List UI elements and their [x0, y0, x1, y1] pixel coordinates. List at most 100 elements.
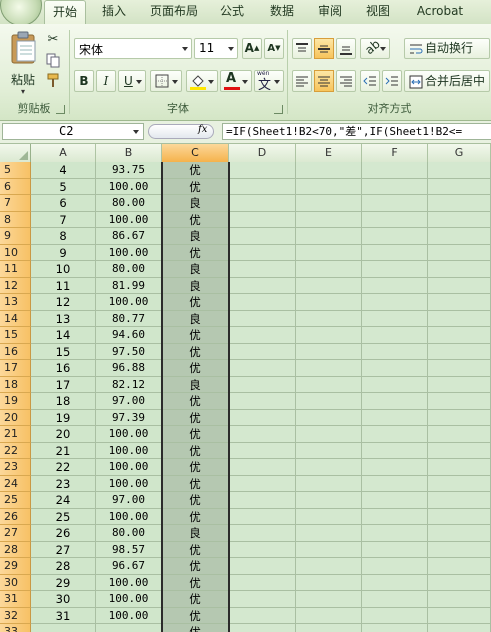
cell-g[interactable]	[428, 294, 491, 311]
row-header[interactable]: 16	[0, 343, 31, 360]
cell-g[interactable]	[428, 393, 491, 410]
cell-c[interactable]: 优	[162, 426, 229, 443]
row-header[interactable]: 12	[0, 277, 31, 294]
cell-b[interactable]: 81.99	[96, 277, 162, 294]
cell-c[interactable]: 优	[162, 591, 229, 608]
align-middle-button[interactable]	[314, 38, 334, 59]
cell-c[interactable]: 良	[162, 277, 229, 294]
cell-e[interactable]	[296, 310, 362, 327]
phonetic-guide-button[interactable]: 文 wén	[254, 70, 284, 93]
cell-e[interactable]	[296, 393, 362, 410]
cell-a[interactable]: 17	[31, 376, 96, 393]
borders-button[interactable]	[150, 70, 182, 92]
cell-b[interactable]: 100.00	[96, 211, 162, 228]
bold-button[interactable]: B	[74, 70, 94, 92]
cell-g[interactable]	[428, 525, 491, 542]
cell-d[interactable]	[229, 310, 296, 327]
cell-c[interactable]: 优	[162, 409, 229, 426]
cell-f[interactable]	[362, 607, 428, 624]
cell-d[interactable]	[229, 376, 296, 393]
cell-d[interactable]	[229, 475, 296, 492]
cell-d[interactable]	[229, 195, 296, 212]
cell-d[interactable]	[229, 360, 296, 377]
cell-d[interactable]	[229, 426, 296, 443]
cell-e[interactable]	[296, 442, 362, 459]
align-left-button[interactable]	[292, 70, 312, 92]
cell-g[interactable]	[428, 310, 491, 327]
cell-e[interactable]	[296, 426, 362, 443]
cell-a[interactable]: 20	[31, 426, 96, 443]
cell-a[interactable]: 18	[31, 393, 96, 410]
cell-a[interactable]: 26	[31, 525, 96, 542]
cell-d[interactable]	[229, 294, 296, 311]
cell-f[interactable]	[362, 343, 428, 360]
column-header-e[interactable]: E	[296, 144, 362, 162]
cut-button[interactable]: ✂	[44, 32, 62, 48]
cell-e[interactable]	[296, 277, 362, 294]
row-header[interactable]: 25	[0, 492, 31, 509]
merge-center-button[interactable]: 合并后居中	[404, 70, 490, 92]
cell-d[interactable]	[229, 162, 296, 179]
cell-e[interactable]	[296, 525, 362, 542]
cell-e[interactable]	[296, 607, 362, 624]
cell-e[interactable]	[296, 492, 362, 509]
align-center-button[interactable]	[314, 70, 334, 92]
cell-a[interactable]: 31	[31, 607, 96, 624]
cell-c[interactable]: 优	[162, 343, 229, 360]
cell-f[interactable]	[362, 360, 428, 377]
cell-d[interactable]	[229, 591, 296, 608]
cell-b[interactable]: 86.67	[96, 228, 162, 245]
cell-e[interactable]	[296, 228, 362, 245]
cell-f[interactable]	[362, 376, 428, 393]
cell-f[interactable]	[362, 426, 428, 443]
cell-c[interactable]: 良	[162, 228, 229, 245]
cell-c[interactable]: 优	[162, 178, 229, 195]
name-box[interactable]: C2	[2, 123, 144, 140]
cell-d[interactable]	[229, 442, 296, 459]
cell-c[interactable]: 优	[162, 541, 229, 558]
cell-b[interactable]: 100.00	[96, 508, 162, 525]
row-header[interactable]: 7	[0, 195, 31, 212]
cell-g[interactable]	[428, 607, 491, 624]
grow-font-button[interactable]: A▲	[242, 38, 262, 59]
cell-d[interactable]	[229, 228, 296, 245]
cell-d[interactable]	[229, 393, 296, 410]
cell-b[interactable]: 100.00	[96, 591, 162, 608]
cell-a[interactable]: 24	[31, 492, 96, 509]
tab-home[interactable]: 开始	[44, 0, 86, 25]
cell-a[interactable]: 30	[31, 591, 96, 608]
column-header-b[interactable]: B	[96, 144, 162, 162]
row-header[interactable]: 32	[0, 607, 31, 624]
cell-g[interactable]	[428, 492, 491, 509]
cell-c[interactable]: 优	[162, 558, 229, 575]
cell-c[interactable]: 优	[162, 327, 229, 344]
cell-f[interactable]	[362, 409, 428, 426]
cell-d[interactable]	[229, 607, 296, 624]
cell-b[interactable]: 100.00	[96, 459, 162, 476]
cell-f[interactable]	[362, 442, 428, 459]
cell-b[interactable]: 100.00	[96, 574, 162, 591]
cell-a[interactable]: 10	[31, 261, 96, 278]
cell-g[interactable]	[428, 376, 491, 393]
row-header[interactable]: 24	[0, 475, 31, 492]
cell-a[interactable]: 15	[31, 343, 96, 360]
cell-g[interactable]	[428, 360, 491, 377]
cell-c[interactable]: 优	[162, 459, 229, 476]
column-header-c[interactable]: C	[162, 144, 229, 162]
cell-c[interactable]: 优	[162, 475, 229, 492]
cell-e[interactable]	[296, 294, 362, 311]
row-header[interactable]: 29	[0, 558, 31, 575]
cell-d[interactable]	[229, 409, 296, 426]
cell-a[interactable]: 9	[31, 244, 96, 261]
fx-icon[interactable]: fx	[198, 124, 207, 135]
cell-c[interactable]: 良	[162, 195, 229, 212]
cell-f[interactable]	[362, 277, 428, 294]
cell-f[interactable]	[362, 508, 428, 525]
cell-g[interactable]	[428, 558, 491, 575]
align-right-button[interactable]	[336, 70, 356, 92]
cell-a[interactable]: 4	[31, 162, 96, 179]
cell-d[interactable]	[229, 277, 296, 294]
cell-f[interactable]	[362, 178, 428, 195]
cell-c[interactable]: 优	[162, 360, 229, 377]
cell-b[interactable]: 97.50	[96, 343, 162, 360]
